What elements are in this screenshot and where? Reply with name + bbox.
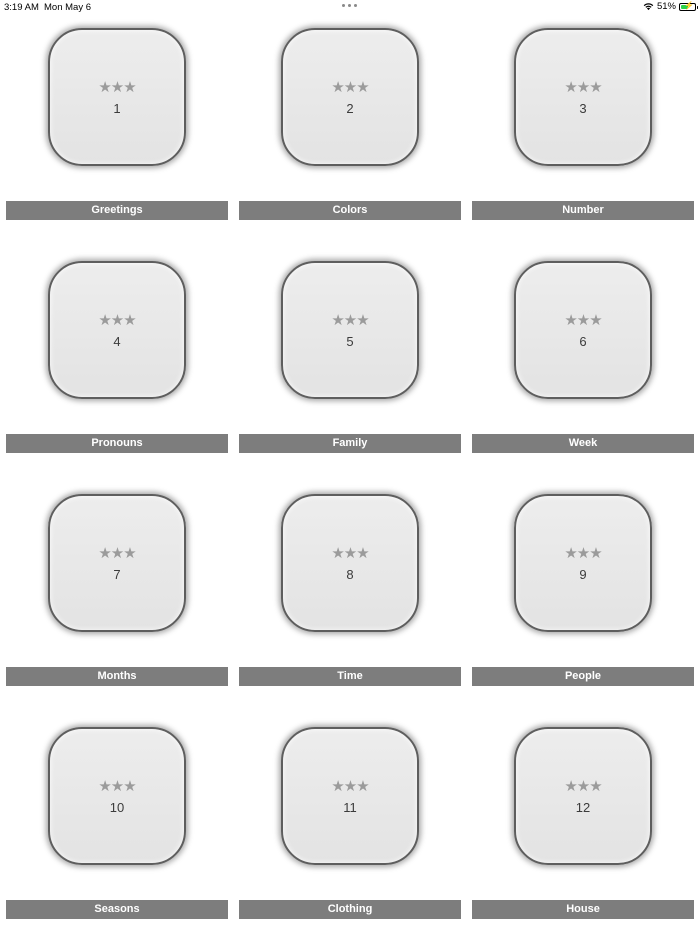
level-cell: ★★★ 9 People <box>472 480 694 713</box>
level-grid: ★★★ 1 Greetings ★★★ 2 Colors ★★★ 3 Number ★★★ 4 Pro… <box>6 14 694 946</box>
level-tile-button[interactable]: ★★★ 4 <box>48 261 186 399</box>
level-cell: ★★★ 8 Time <box>239 480 461 713</box>
level-number: 11 <box>343 800 357 815</box>
level-number: 2 <box>346 101 354 116</box>
battery-charging-icon: ⚡ <box>679 0 698 11</box>
level-number: 1 <box>113 101 121 116</box>
level-title-label[interactable]: Week <box>472 434 694 453</box>
level-title-label[interactable]: Pronouns <box>6 434 228 453</box>
level-cell: ★★★ 3 Number <box>472 14 694 247</box>
level-tile-button[interactable]: ★★★ 6 <box>514 261 652 399</box>
bolt-icon: ⚡ <box>684 0 694 10</box>
status-indicators: 51% ⚡ <box>643 0 698 12</box>
star-rating-icon: ★★★ <box>564 78 602 96</box>
level-tile-button[interactable]: ★★★ 3 <box>514 28 652 166</box>
level-number: 7 <box>113 567 121 582</box>
level-tile-button[interactable]: ★★★ 2 <box>281 28 419 166</box>
star-rating-icon: ★★★ <box>98 78 136 96</box>
level-tile-button[interactable]: ★★★ 8 <box>281 494 419 632</box>
star-rating-icon: ★★★ <box>564 544 602 562</box>
level-title-label[interactable]: Greetings <box>6 201 228 220</box>
level-number: 8 <box>346 567 354 582</box>
level-number: 4 <box>113 334 121 349</box>
star-rating-icon: ★★★ <box>331 544 369 562</box>
level-tile-button[interactable]: ★★★ 5 <box>281 261 419 399</box>
level-number: 9 <box>579 567 587 582</box>
level-title-label[interactable]: Time <box>239 667 461 686</box>
status-time: 3:19 AM <box>4 2 39 13</box>
level-tile-button[interactable]: ★★★ 10 <box>48 727 186 865</box>
level-cell: ★★★ 1 Greetings <box>6 14 228 247</box>
level-cell: ★★★ 2 Colors <box>239 14 461 247</box>
battery-percent: 51% <box>656 1 676 12</box>
level-title-label[interactable]: Colors <box>239 201 461 220</box>
star-rating-icon: ★★★ <box>98 311 136 329</box>
star-rating-icon: ★★★ <box>331 777 369 795</box>
level-title-label[interactable]: Seasons <box>6 900 228 919</box>
level-title-label[interactable]: Clothing <box>239 900 461 919</box>
level-number: 6 <box>579 334 587 349</box>
status-bar: 3:19 AM Mon May 6 51% ⚡ <box>0 0 700 14</box>
level-tile-button[interactable]: ★★★ 7 <box>48 494 186 632</box>
level-title-label[interactable]: House <box>472 900 694 919</box>
star-rating-icon: ★★★ <box>98 777 136 795</box>
star-rating-icon: ★★★ <box>98 544 136 562</box>
level-tile-button[interactable]: ★★★ 12 <box>514 727 652 865</box>
level-number: 12 <box>575 800 591 815</box>
star-rating-icon: ★★★ <box>331 311 369 329</box>
star-rating-icon: ★★★ <box>564 311 602 329</box>
level-cell: ★★★ 7 Months <box>6 480 228 713</box>
level-cell: ★★★ 6 Week <box>472 247 694 480</box>
multitasking-dots-icon[interactable] <box>342 4 357 7</box>
level-number: 3 <box>579 101 587 116</box>
level-number: 10 <box>109 800 125 815</box>
level-cell: ★★★ 11 Clothing <box>239 713 461 946</box>
star-rating-icon: ★★★ <box>564 777 602 795</box>
level-cell: ★★★ 4 Pronouns <box>6 247 228 480</box>
wifi-icon <box>643 3 654 11</box>
level-tile-button[interactable]: ★★★ 11 <box>281 727 419 865</box>
level-title-label[interactable]: Months <box>6 667 228 686</box>
star-rating-icon: ★★★ <box>331 78 369 96</box>
level-cell: ★★★ 12 House <box>472 713 694 946</box>
status-date: Mon May 6 <box>44 2 91 13</box>
level-title-label[interactable]: Number <box>472 201 694 220</box>
level-tile-button[interactable]: ★★★ 9 <box>514 494 652 632</box>
level-cell: ★★★ 10 Seasons <box>6 713 228 946</box>
level-tile-button[interactable]: ★★★ 1 <box>48 28 186 166</box>
level-number: 5 <box>346 334 354 349</box>
level-cell: ★★★ 5 Family <box>239 247 461 480</box>
level-title-label[interactable]: People <box>472 667 694 686</box>
level-title-label[interactable]: Family <box>239 434 461 453</box>
